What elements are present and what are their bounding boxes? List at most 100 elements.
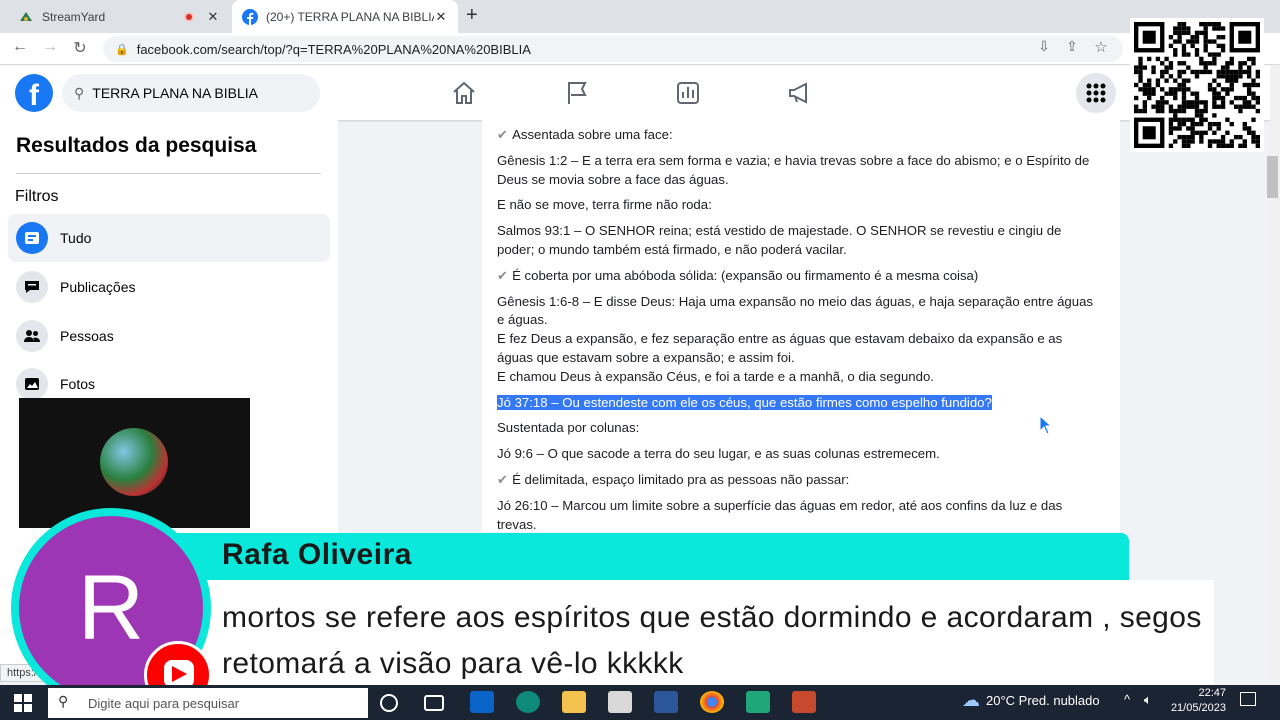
- filters-heading: Filtros: [15, 188, 59, 205]
- menu-grid-button[interactable]: [1076, 73, 1116, 113]
- taskbar-search-input[interactable]: Digite aqui para pesquisar: [48, 688, 368, 718]
- filter-all[interactable]: Tudo: [8, 214, 330, 262]
- post-paragraph: Salmos 93:1 – O SENHOR reina; está vesti…: [497, 222, 1097, 260]
- post-line-text: E não se move, terra firme não roda:: [497, 197, 712, 213]
- reload-icon[interactable]: ↻: [69, 38, 91, 58]
- checkmark-icon: ✔: [497, 267, 509, 283]
- chrome-icon[interactable]: [700, 691, 724, 713]
- word-icon[interactable]: [654, 691, 678, 713]
- back-arrow-icon[interactable]: ←: [9, 38, 31, 56]
- app-icon[interactable]: [746, 691, 770, 713]
- post-text: ✔ Assentada sobre uma face: Gênesis 1:2 – …: [497, 126, 1097, 541]
- commenter-name: Rafa Oliveira: [222, 538, 412, 571]
- url-bar[interactable]: 🔒 facebook.com/search/top/?q=TERRA%20PLA…: [103, 36, 1123, 62]
- post-line-text: Jó 9:6 – O que sacode a terra do seu lug…: [497, 446, 940, 462]
- streamyard-icon: [20, 11, 32, 21]
- mail-icon[interactable]: [470, 691, 494, 713]
- folder-icon[interactable]: [562, 691, 586, 713]
- forward-arrow-icon[interactable]: →: [39, 38, 61, 56]
- filter-label: Pessoas: [60, 328, 114, 344]
- post-paragraph: Jó 37:18 – Ou estendeste com ele os céus…: [497, 394, 1097, 413]
- tab-facebook[interactable]: (20+) TERRA PLANA NA BIBLIA - Fac ✕: [232, 0, 458, 33]
- search-value: TERRA PLANA NA BIBLIA: [92, 85, 259, 101]
- checkmark-icon: ✔: [497, 471, 509, 487]
- post-line-text: Salmos 93:1 – O SENHOR reina; está vesti…: [497, 223, 1062, 257]
- task-view-icon[interactable]: [424, 695, 444, 711]
- address-bar-row: ← → ↻ 🔒 facebook.com/search/top/?q=TERRA…: [0, 33, 1280, 65]
- tab-title: StreamYard: [42, 9, 106, 24]
- feed-icon: [16, 222, 48, 254]
- qr-code: [1130, 18, 1264, 152]
- qr-code-icon: [1134, 22, 1260, 148]
- results-title: Resultados da pesquisa: [16, 134, 257, 157]
- store-icon[interactable]: [608, 691, 632, 713]
- weather-icon: ☁: [962, 690, 980, 710]
- post-paragraph: ✔ Assentada sobre uma face:: [497, 126, 1097, 145]
- clock-time: 22:47: [1198, 687, 1226, 699]
- search-icon: ⚲: [58, 693, 69, 709]
- edge-icon[interactable]: [516, 691, 540, 713]
- post-paragraph: ✔ É coberta por uma abóboda sólida: (expa…: [497, 267, 1097, 286]
- post-line-text: Gênesis 1:6-8 – E disse Deus: Haja uma e…: [497, 293, 1094, 384]
- post-line-text: É delimitada, espaço limitado pra as pes…: [512, 471, 850, 487]
- filter-people[interactable]: Pessoas: [8, 312, 330, 360]
- filter-posts[interactable]: Publicações: [8, 263, 330, 311]
- cortana-icon[interactable]: [380, 694, 398, 712]
- post-paragraph: E não se move, terra firme não roda:: [497, 196, 1097, 215]
- divider: [16, 173, 321, 174]
- post-paragraph: Jó 26:10 – Marcou um limite sobre a supe…: [497, 497, 1097, 535]
- checkmark-icon: ✔: [497, 127, 509, 142]
- post-icon: [16, 271, 48, 303]
- url-text: facebook.com/search/top/?q=TERRA%20PLANA…: [136, 41, 531, 57]
- post-paragraph: ✔ É delimitada, espaço limitado pra as pe…: [497, 471, 1097, 490]
- lock-icon: 🔒: [115, 43, 129, 56]
- photo-icon: [16, 368, 48, 400]
- post-line-text: É coberta por uma abóboda sólida: (expan…: [512, 267, 979, 283]
- filter-label: Publicações: [60, 279, 136, 295]
- facebook-header: f ⚲ TERRA PLANA NA BIBLIA: [0, 66, 1270, 120]
- close-tab-icon[interactable]: ✕: [206, 9, 220, 25]
- post-paragraph: Gênesis 1:2 – E a terra era sem forma e …: [497, 152, 1097, 190]
- post-paragraph: Sustentada por colunas:: [497, 419, 1097, 438]
- flag-icon[interactable]: [564, 80, 590, 106]
- selected-text: Jó 37:18 – Ou estendeste com ele os céus…: [497, 394, 992, 410]
- chart-icon[interactable]: [675, 80, 701, 106]
- bookmark-star-icon[interactable]: ☆: [1090, 38, 1112, 56]
- post-line-text: Jó 26:10 – Marcou um limite sobre a supe…: [497, 497, 1063, 532]
- globe-logo-icon: [100, 428, 168, 496]
- mouse-cursor-icon: [1039, 415, 1053, 435]
- megaphone-icon[interactable]: [787, 80, 813, 106]
- home-icon[interactable]: [451, 80, 477, 106]
- tab-streamyard[interactable]: StreamYard ✕: [8, 0, 230, 33]
- post-line-text: Gênesis 1:2 – E a terra era sem forma e …: [497, 152, 1090, 187]
- taskbar-clock[interactable]: 22:47 21/05/2023: [1170, 686, 1226, 716]
- post-paragraph: Gênesis 1:6-8 – E disse Deus: Haja uma e…: [497, 293, 1097, 387]
- filter-label: Fotos: [60, 376, 96, 392]
- install-icon[interactable]: ⇩: [1033, 38, 1055, 55]
- speaker-icon[interactable]: 🔈︎: [1144, 692, 1152, 708]
- search-icon: ⚲: [74, 84, 85, 101]
- chevron-up-icon[interactable]: ^: [1124, 692, 1130, 707]
- tab-title: (20+) TERRA PLANA NA BIBLIA - Fac: [266, 9, 434, 24]
- post-line-text: Assentada sobre uma face:: [512, 127, 673, 142]
- streaming-app-icon[interactable]: [792, 691, 816, 713]
- facebook-icon: [242, 8, 258, 25]
- windows-start-icon[interactable]: [14, 694, 32, 712]
- people-icon: [16, 320, 48, 352]
- comment-message: mortos se refere aos espíritos que estão…: [222, 601, 1202, 680]
- weather-text[interactable]: 20°C Pred. nublado: [986, 693, 1100, 708]
- share-icon[interactable]: ⇪: [1061, 38, 1083, 55]
- notifications-icon[interactable]: [1240, 692, 1256, 706]
- recording-indicator-icon: [184, 11, 194, 22]
- clock-date: 21/05/2023: [1170, 702, 1226, 714]
- post-line-text: Sustentada por colunas:: [497, 420, 640, 436]
- filter-label: Tudo: [60, 230, 92, 246]
- new-tab-button[interactable]: +: [466, 4, 478, 27]
- facebook-logo-icon[interactable]: f: [15, 74, 53, 112]
- post-paragraph: Jó 9:6 – O que sacode a terra do seu lug…: [497, 445, 1097, 464]
- facebook-search-input[interactable]: ⚲ TERRA PLANA NA BIBLIA: [62, 74, 320, 112]
- close-tab-icon[interactable]: ✕: [434, 9, 448, 25]
- play-icon: [172, 666, 187, 682]
- scrollbar-thumb[interactable]: [1267, 156, 1278, 198]
- grid-icon: [1086, 83, 1106, 103]
